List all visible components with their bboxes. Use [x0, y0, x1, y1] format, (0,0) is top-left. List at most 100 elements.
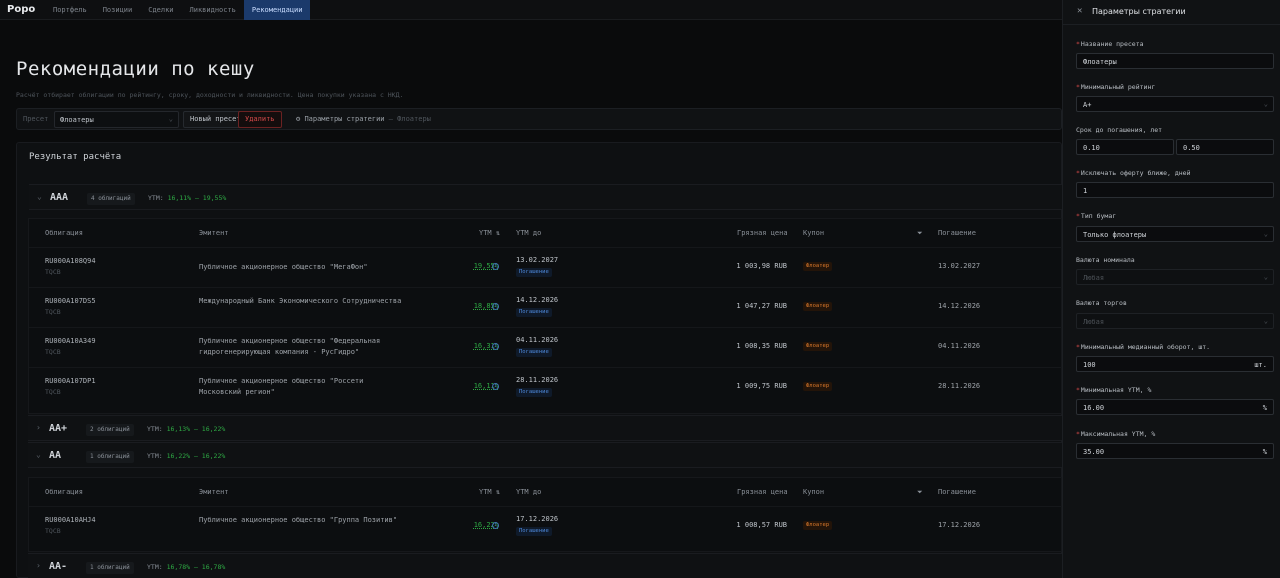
bond-ytm-date: 28.11.2026: [516, 376, 559, 384]
ytm-range: 16,22% — 16,22%: [166, 452, 226, 460]
col-dirty-price[interactable]: Грязная цена: [737, 229, 788, 237]
bond-maturity: 17.12.2026: [938, 521, 981, 529]
group-count-badge: 1 облигаций: [86, 562, 134, 574]
turnover-input[interactable]: 100 шт.: [1076, 356, 1274, 372]
nav-portfolio[interactable]: Портфель: [45, 0, 95, 20]
col-bond[interactable]: Облигация: [45, 229, 83, 237]
coupon-type-badge: Флоатер: [803, 342, 833, 351]
group-ytm: YTM: 16,13% — 16,22%: [147, 425, 225, 433]
bond-board: TQCB: [45, 388, 61, 396]
turnover-label-text: Минимальный медианный оборот, шт.: [1080, 343, 1211, 351]
group-rating: AA: [49, 450, 62, 461]
main-content: Рекомендации по кешу Расчёт отбирает обл…: [0, 20, 1063, 578]
col-ytm[interactable]: YTM ⇅: [479, 229, 500, 237]
bond-board: TQCB: [45, 348, 61, 356]
nav-recommendations[interactable]: Рекомендации: [243, 0, 311, 20]
trade-currency-select[interactable]: Любая ⌄: [1076, 313, 1274, 329]
info-icon[interactable]: i: [492, 343, 499, 350]
coupon-type-badge: Флоатер: [803, 302, 833, 311]
offer-days-input[interactable]: 1: [1076, 182, 1274, 198]
preset-name-input[interactable]: Флоатеры: [1076, 53, 1274, 69]
bond-isin[interactable]: RU000A107DP1: [45, 377, 96, 385]
group-count-badge: 2 облигаций: [86, 424, 134, 436]
bond-board: TQCB: [45, 268, 61, 276]
preset-select[interactable]: Флоатеры ⌄: [54, 111, 179, 128]
col-ytm-to[interactable]: YTM до: [516, 229, 541, 237]
term-to-input[interactable]: 0.50: [1176, 139, 1274, 155]
nominal-currency-select[interactable]: Любая ⌄: [1076, 269, 1274, 285]
info-icon[interactable]: i: [492, 303, 499, 310]
group-ytm: YTM: 16,22% — 16,22%: [147, 452, 225, 460]
col-bond[interactable]: Облигация: [45, 488, 83, 496]
offer-label-text: Исключать оферту ближе, дней: [1080, 169, 1191, 177]
rating-group-aa[interactable]: ⌄ AA 1 облигаций YTM: 16,22% — 16,22%: [28, 442, 1062, 468]
bond-isin[interactable]: RU000A10A349: [45, 337, 96, 345]
min-ytm-suffix: %: [1262, 404, 1267, 412]
col-ytm-to[interactable]: YTM до: [516, 488, 541, 496]
col-coupon[interactable]: Купон: [803, 229, 824, 237]
max-ytm-input[interactable]: 35.00%: [1076, 443, 1274, 459]
bond-isin[interactable]: RU000A10AHJ4: [45, 516, 96, 524]
ytm-type-badge: Погашение: [516, 388, 552, 397]
table-row[interactable]: RU000A108Q94 TQCB Публичное акционерное …: [29, 247, 1063, 287]
ytm-label: YTM:: [147, 563, 163, 571]
gear-icon: ⚙: [296, 115, 301, 123]
ytm-type-badge: Погашение: [516, 527, 552, 536]
rating-group-aa-plus[interactable]: › AA+ 2 облигаций YTM: 16,13% — 16,22%: [28, 415, 1062, 441]
min-ytm-label: *Минимальная YTM, %: [1076, 386, 1152, 394]
ytm-label: YTM:: [147, 452, 163, 460]
col-emitter[interactable]: Эмитент: [199, 229, 229, 237]
page-subtitle: Расчёт отбирает облигации по рейтингу, с…: [16, 91, 404, 99]
bond-ytm-date: 17.12.2026: [516, 515, 559, 523]
group-ytm: YTM: 16,11% — 19,55%: [148, 194, 226, 202]
col-ytm[interactable]: YTM ⇅: [479, 488, 500, 496]
col-dirty-price[interactable]: Грязная цена: [737, 488, 788, 496]
sort-icon: ⇅: [495, 229, 501, 237]
ytm-type-badge: Погашение: [516, 308, 552, 317]
ytm-type-badge: Погашение: [516, 268, 552, 277]
info-icon[interactable]: i: [492, 383, 499, 390]
bond-type-label: *Тип бумаг: [1076, 212, 1117, 220]
bond-isin[interactable]: RU000A108Q94: [45, 257, 96, 265]
rating-group-aaa[interactable]: ⌄ AAA 4 облигаций YTM: 16,11% — 19,55%: [29, 184, 1063, 210]
preset-name-label-text: Название пресета: [1080, 40, 1144, 48]
info-icon[interactable]: i: [492, 522, 499, 529]
min-ytm-label-text: Минимальная YTM, %: [1080, 386, 1152, 394]
bond-price: 1 008,57 RUB: [736, 521, 787, 529]
filter-icon[interactable]: ⏷: [917, 229, 923, 238]
col-maturity[interactable]: Погашение: [938, 488, 976, 496]
col-emitter[interactable]: Эмитент: [199, 488, 229, 496]
chevron-down-icon: ⌄: [36, 450, 41, 459]
col-ytm-label: YTM: [479, 229, 492, 237]
nav-trades[interactable]: Сделки: [140, 0, 181, 20]
min-rating-select[interactable]: A+ ⌄: [1076, 96, 1274, 112]
min-ytm-input[interactable]: 16.00%: [1076, 399, 1274, 415]
main-nav: Портфель Позиции Сделки Ликвидность Реко…: [45, 0, 311, 20]
filter-icon[interactable]: ⏷: [917, 488, 923, 497]
app-logo[interactable]: Popo: [7, 4, 35, 15]
preset-bar: Пресет Флоатеры ⌄ Новый пресет Удалить ⚙…: [16, 108, 1062, 130]
result-title: Результат расчёта: [29, 152, 122, 162]
info-icon[interactable]: i: [492, 263, 499, 270]
term-from-value: 0.10: [1083, 144, 1100, 152]
nav-positions[interactable]: Позиции: [95, 0, 141, 20]
bond-type-select[interactable]: Только флоатеры ⌄: [1076, 226, 1274, 242]
rating-group-aa-minus[interactable]: › AA- 1 облигаций YTM: 16,78% — 16,78%: [28, 553, 1062, 578]
strategy-params-button[interactable]: ⚙ Параметры стратегии — Флоатеры: [296, 115, 431, 123]
col-coupon[interactable]: Купон: [803, 488, 824, 496]
nav-liquidity[interactable]: Ликвидность: [182, 0, 244, 20]
group-rating: AAA: [50, 192, 69, 203]
table-row[interactable]: RU000A107DS5 TQCB Международный Банк Эко…: [29, 287, 1063, 327]
col-maturity[interactable]: Погашение: [938, 229, 976, 237]
close-icon[interactable]: ✕: [1077, 6, 1082, 16]
term-label: Срок до погашения, лет: [1076, 126, 1163, 134]
bond-isin[interactable]: RU000A107DS5: [45, 297, 96, 305]
group-ytm: YTM: 16,78% — 16,78%: [147, 563, 225, 571]
max-ytm-label-text: Максимальная YTM, %: [1080, 430, 1156, 438]
table-row[interactable]: RU000A107DP1 TQCB Публичное акционерное …: [29, 367, 1063, 407]
delete-preset-button[interactable]: Удалить: [238, 111, 282, 128]
table-row[interactable]: RU000A10A349 TQCB Публичное акционерное …: [29, 327, 1063, 367]
page-title: Рекомендации по кешу: [16, 58, 255, 80]
term-from-input[interactable]: 0.10: [1076, 139, 1174, 155]
table-row[interactable]: RU000A10AHJ4 TQCB Публичное акционерное …: [29, 506, 1063, 546]
